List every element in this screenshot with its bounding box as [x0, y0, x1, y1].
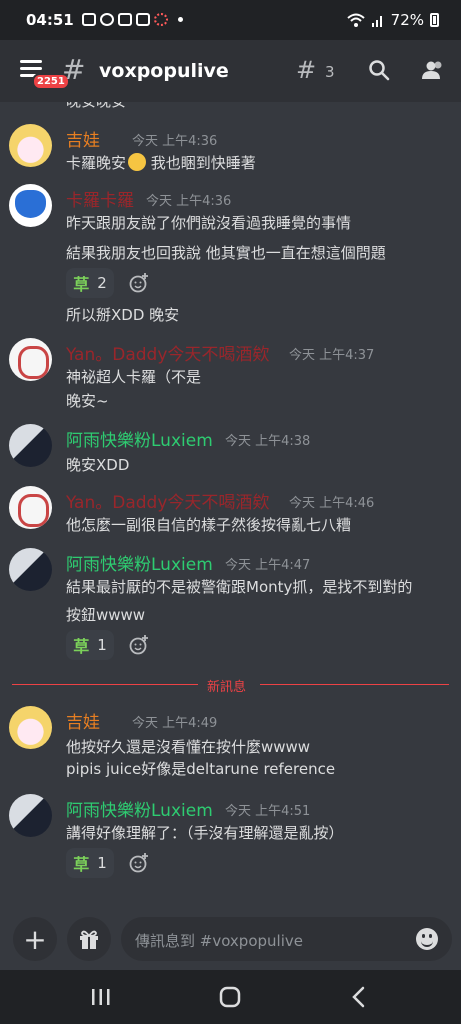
avatar[interactable]: [9, 424, 52, 467]
author-name[interactable]: 吉娃: [66, 126, 100, 151]
message-input-placeholder: 傳訊息到 #voxpopulive: [135, 932, 303, 950]
timestamp: 今天 上午4:49: [132, 716, 218, 731]
message-text: 講得好像理解了：（手沒有理解還是亂按）: [66, 824, 344, 842]
message-text: 神祕超人卡羅（不是: [66, 368, 202, 386]
message-text: 結果最討厭的不是被警衛跟Monty抓，是找不到對的: [66, 578, 413, 596]
battery-percent: 72%: [390, 11, 424, 29]
thread-count: 3: [325, 63, 335, 81]
timestamp: 今天 上午4:36: [132, 134, 218, 149]
emoji-picker-icon[interactable]: [416, 928, 438, 950]
message-text: 按鈕wwww: [66, 606, 146, 624]
status-right: 72%: [346, 11, 439, 29]
reaction-emoji: 草: [73, 855, 90, 874]
avatar[interactable]: [9, 124, 52, 167]
recording-icon: [154, 13, 168, 26]
avatar[interactable]: [9, 338, 52, 381]
line-app-icon: [82, 13, 96, 26]
cutoff-message-text: 晚安晚安: [66, 102, 126, 111]
timestamp: 今天 上午4:38: [225, 434, 311, 449]
divider-line: [12, 684, 198, 685]
message-text: 結果我朋友也回我說 他其實也一直在想這個問題: [66, 244, 386, 262]
message-text: 卡羅晚安 我也睏到快睡著: [66, 152, 256, 173]
message-text: 晚安~: [66, 392, 109, 410]
message-input[interactable]: 傳訊息到 #voxpopulive: [121, 917, 452, 961]
status-bar: 04:51 72%: [0, 0, 461, 40]
add-reaction-icon[interactable]: [128, 852, 150, 874]
timestamp: 今天 上午4:37: [289, 348, 375, 363]
back-icon[interactable]: [344, 984, 374, 1010]
plus-icon: +: [23, 922, 47, 956]
message-text-part: 我也睏到快睡著: [146, 154, 256, 172]
reaction-count: 1: [97, 636, 107, 654]
message-text: 所以掰XDD 晚安: [66, 306, 180, 324]
reaction-button[interactable]: 草1: [66, 630, 114, 660]
author-name[interactable]: 阿雨快樂粉Luxiem: [66, 426, 213, 451]
avatar[interactable]: [9, 486, 52, 529]
avatar[interactable]: [9, 548, 52, 591]
home-icon[interactable]: [215, 984, 245, 1010]
message-text: pipis juice好像是deltarune reference: [66, 760, 336, 778]
message-text: 他按好久還是沒看懂在按什麼wwww: [66, 738, 311, 756]
message-text: 他怎麼一副很自信的樣子然後按得亂七八糟: [66, 516, 352, 534]
more-notifications-dot: [178, 17, 183, 22]
clock: 04:51: [26, 11, 74, 29]
author-name[interactable]: 阿雨快樂粉Luxiem: [66, 796, 213, 821]
signal-icon: [371, 16, 382, 27]
battery-icon: [430, 13, 439, 27]
system-nav-bar: [0, 970, 461, 1024]
youtube-icon: [118, 13, 132, 26]
channel-name[interactable]: voxpopulive: [99, 60, 229, 82]
reaction-button[interactable]: 草1: [66, 848, 114, 878]
author-name[interactable]: Yan。Daddy今天不喝酒欸: [66, 488, 269, 513]
reaction-emoji: 草: [73, 275, 90, 294]
channel-hash-icon: #: [62, 53, 86, 86]
instagram-icon: [100, 13, 114, 26]
add-attachment-button[interactable]: +: [13, 917, 57, 961]
avatar[interactable]: [9, 706, 52, 749]
add-reaction-icon[interactable]: [128, 634, 150, 656]
avatar[interactable]: [9, 794, 52, 837]
author-name[interactable]: Yan。Daddy今天不喝酒欸: [66, 340, 269, 365]
add-reaction-icon[interactable]: [128, 272, 150, 294]
avatar[interactable]: [9, 184, 52, 227]
author-name[interactable]: 吉娃: [66, 708, 100, 733]
gift-icon: [80, 930, 98, 949]
timestamp: 今天 上午4:36: [146, 194, 232, 209]
reaction-button[interactable]: 草2: [66, 268, 114, 298]
message-text: 晚安XDD: [66, 456, 130, 474]
divider-line: [260, 684, 449, 685]
reaction-emoji: 草: [73, 637, 90, 656]
members-icon[interactable]: [421, 58, 445, 82]
new-messages-divider: 新訊息: [12, 676, 449, 695]
threads-icon[interactable]: #: [296, 56, 316, 84]
channel-header: 2251 # voxpopulive # 3: [0, 40, 461, 102]
notification-icons: [82, 13, 183, 26]
reaction-count: 1: [97, 854, 107, 872]
timestamp: 今天 上午4:47: [225, 558, 311, 573]
message-text: 昨天跟朋友說了你們說沒看過我睡覺的事情: [66, 214, 352, 232]
timestamp: 今天 上午4:46: [289, 496, 375, 511]
gift-button[interactable]: [67, 917, 111, 961]
wifi-icon: [346, 13, 365, 27]
recent-apps-icon[interactable]: [86, 984, 116, 1010]
search-icon[interactable]: [368, 59, 390, 81]
sleepy-emoji-icon: [128, 153, 147, 171]
new-messages-label: 新訊息: [207, 680, 247, 695]
message-list[interactable]: 晚安晚安 吉娃 今天 上午4:36 卡羅晚安 我也睏到快睡著 卡羅卡羅 今天 上…: [0, 102, 461, 902]
message-composer: + 傳訊息到 #voxpopulive: [0, 902, 461, 970]
timestamp: 今天 上午4:51: [225, 804, 311, 819]
message-text-part: 卡羅晚安: [66, 154, 127, 172]
author-name[interactable]: 卡羅卡羅: [66, 186, 134, 211]
reaction-count: 2: [97, 274, 107, 292]
author-name[interactable]: 阿雨快樂粉Luxiem: [66, 550, 213, 575]
youtube-icon-2: [136, 13, 150, 26]
